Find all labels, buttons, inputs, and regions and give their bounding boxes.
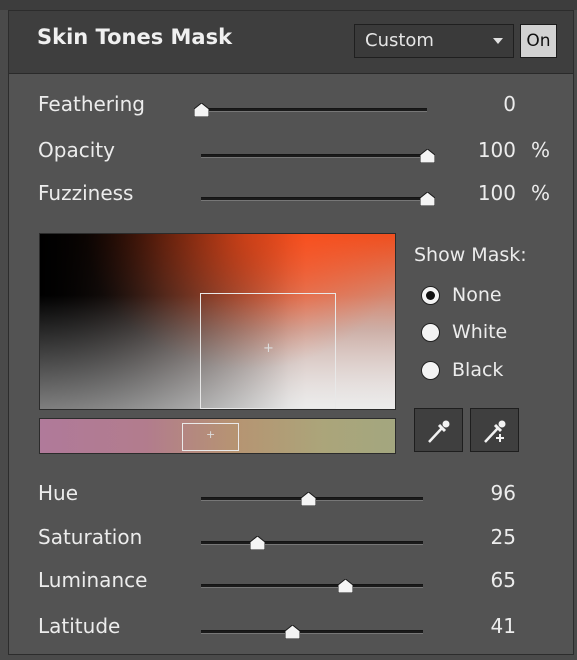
eyedropper-plus-icon (484, 420, 506, 443)
slider-value-hue: 96 (490, 481, 516, 505)
slider-knob-luminance[interactable] (338, 579, 354, 593)
slider-value-feathering: 0 (503, 92, 516, 116)
slider-label-saturation: Saturation (38, 525, 143, 549)
radio-button[interactable] (421, 361, 440, 380)
slider-value-latitude: 41 (490, 614, 516, 638)
slider-knob-opacity[interactable] (420, 149, 435, 163)
slider-track-opacity[interactable] (201, 154, 427, 158)
panel-header: Skin Tones Mask Custom On (9, 11, 573, 74)
slider-unit-opacity: % (531, 138, 551, 162)
slider-label-opacity: Opacity (38, 138, 115, 162)
slider-track-latitude[interactable] (201, 630, 423, 634)
slider-value-luminance: 65 (490, 568, 516, 592)
chevron-down-icon (493, 38, 503, 44)
window-top-strip (0, 0, 577, 10)
slider-track-saturation[interactable] (201, 541, 423, 545)
eyedropper-button[interactable] (414, 408, 463, 452)
radio-button[interactable] (421, 286, 440, 305)
preset-dropdown[interactable]: Custom (354, 24, 514, 58)
slider-label-feathering: Feathering (38, 92, 145, 116)
panel-title: Skin Tones Mask (37, 25, 233, 49)
radio-button[interactable] (421, 323, 440, 342)
slider-track-fuzziness[interactable] (201, 197, 427, 201)
slider-label-latitude: Latitude (38, 614, 121, 638)
radio-label: None (452, 284, 502, 306)
slider-knob-fuzziness[interactable] (420, 192, 435, 206)
slider-knob-feathering[interactable] (194, 103, 209, 117)
radio-label: White (452, 321, 508, 343)
color-selection-box[interactable]: + (200, 293, 336, 409)
eyedropper-icon (428, 420, 450, 443)
hue-range-bar[interactable]: + (39, 418, 396, 454)
slider-value-saturation: 25 (490, 525, 516, 549)
eyedropper-add-button[interactable] (470, 408, 519, 452)
slider-value-fuzziness: 100 (477, 181, 516, 205)
slider-label-luminance: Luminance (38, 568, 148, 592)
slider-track-feathering[interactable] (201, 108, 427, 112)
slider-value-opacity: 100 (477, 138, 516, 162)
hue-selection-box[interactable]: + (182, 423, 239, 451)
slider-knob-latitude[interactable] (285, 625, 301, 639)
crosshair-icon: + (206, 428, 216, 441)
crosshair-icon: + (263, 341, 274, 356)
slider-unit-fuzziness: % (531, 181, 551, 205)
show-mask-title: Show Mask: (414, 244, 527, 266)
radio-label: Black (452, 359, 504, 381)
preset-value: Custom (365, 30, 434, 51)
on-toggle-button[interactable]: On (520, 24, 557, 58)
slider-knob-saturation[interactable] (249, 536, 265, 550)
color-range-field[interactable]: + (39, 233, 396, 410)
slider-knob-hue[interactable] (300, 492, 316, 506)
slider-track-luminance[interactable] (201, 584, 423, 588)
slider-label-hue: Hue (38, 481, 79, 505)
slider-label-fuzziness: Fuzziness (38, 181, 134, 205)
